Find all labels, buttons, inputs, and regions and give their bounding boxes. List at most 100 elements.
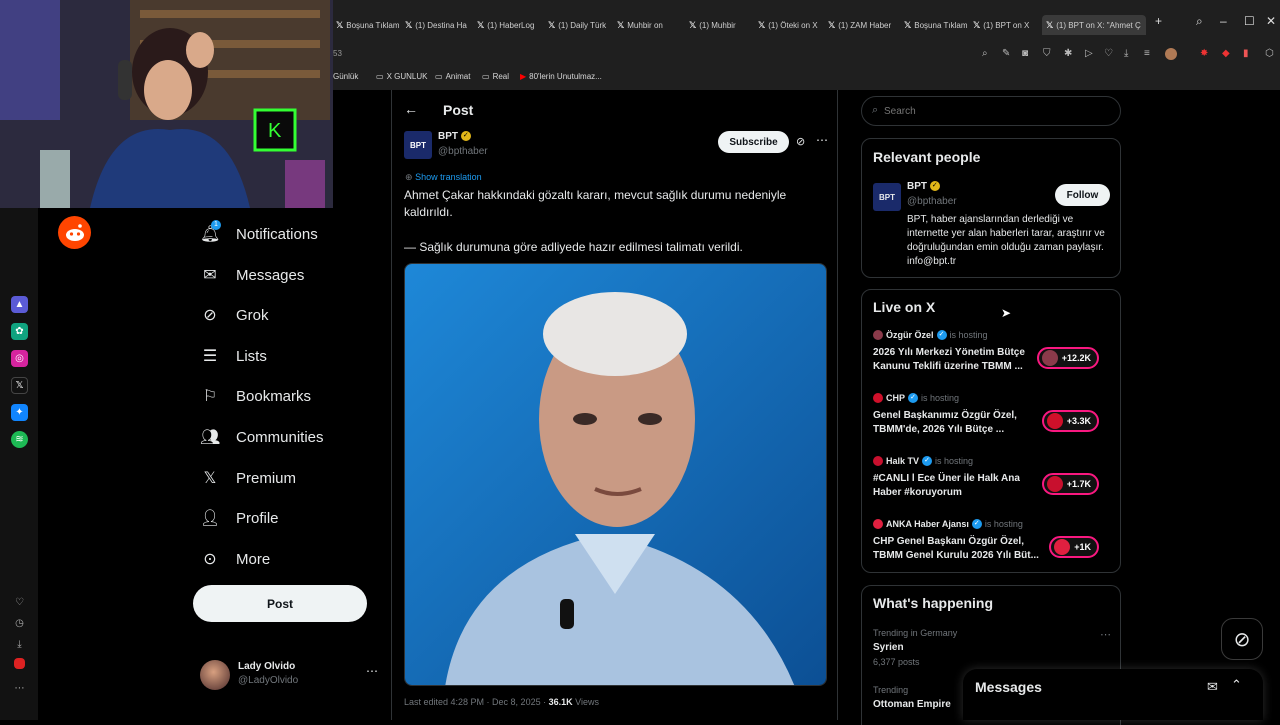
live-item[interactable]: CHP ✓ is hosting Genel Başkanımız Özgür Öze… [873, 393, 1111, 449]
reddit-alien-icon [65, 223, 84, 241]
browser-tab[interactable]: 𝕏 Boşuna Tıklam [904, 15, 968, 35]
messages-drawer[interactable]: Messages ✉ ⌃ [963, 669, 1263, 720]
more-dots-icon[interactable]: ⋯ [366, 664, 378, 678]
hosting-label: is hosting [921, 393, 960, 403]
bluesky-icon[interactable]: ✦ [11, 404, 28, 421]
more-dots-icon[interactable]: ⋯ [1100, 628, 1111, 641]
camera-icon[interactable]: ◙ [1022, 48, 1028, 59]
tab-label: Boşuna Tıklam [346, 20, 400, 30]
extension-icon[interactable]: ✱ [1064, 48, 1072, 59]
nav-label: Bookmarks [236, 387, 312, 405]
nav-profile[interactable]: 👤︎ Profile [200, 508, 279, 528]
x-icon: 𝕏 [758, 19, 766, 30]
bookmark-x-gunluk[interactable]: ▭ X GUNLUK [376, 72, 427, 81]
new-message-icon[interactable]: ✉ [1207, 679, 1218, 695]
post-button[interactable]: Post [193, 585, 367, 622]
nav-lists[interactable]: ☰ Lists [200, 346, 267, 366]
maximize-icon[interactable]: ☐ [1244, 14, 1255, 28]
nav-bookmarks[interactable]: ⚐ Bookmarks [200, 386, 311, 406]
minimize-icon[interactable]: – [1220, 14, 1227, 28]
tab-label: (1) ZAM Haber [838, 20, 892, 30]
translate-icon: ⊕ [405, 172, 413, 182]
more-dots-icon[interactable]: ⋯ [816, 133, 828, 147]
live-item[interactable]: Özgür Özel ✓ is hosting 2026 Yılı Merkezi Y… [873, 330, 1111, 386]
more-dots-icon[interactable]: ⋯ [11, 680, 28, 697]
back-arrow-icon[interactable]: ← [404, 101, 418, 117]
relevant-avatar[interactable]: BPT [873, 183, 901, 211]
browser-tab[interactable]: 𝕏 (1) Öteki on X [758, 15, 824, 35]
trend-item[interactable]: Trending in Germany Syrien 6,377 posts ⋯ [873, 628, 1113, 668]
bookmark-animat[interactable]: ▭ Animat [435, 72, 470, 81]
search-tabs-icon[interactable]: ⌕ [1196, 14, 1203, 29]
heart-outline-icon[interactable]: ♡ [11, 594, 28, 611]
browser-tab[interactable]: 𝕏 Muhbir on [617, 15, 683, 35]
browser-tab[interactable]: 𝕏 (1) Destina Ha [405, 15, 473, 35]
live-item[interactable]: ANKA Haber Ajansı ✓ is hosting CHP Genel Ba… [873, 519, 1111, 575]
post-image[interactable] [404, 263, 827, 686]
nav-notifications[interactable]: 🔔︎ 1 Notifications [200, 220, 318, 244]
extension-lock-icon[interactable]: ▮ [1243, 48, 1249, 59]
pocket-icon[interactable] [14, 658, 25, 669]
author-name[interactable]: BPT ✓ [438, 131, 471, 142]
live-item[interactable]: Halk TV ✓ is hosting #CANLI l Ece Üner ile … [873, 456, 1111, 512]
search-input[interactable] [884, 103, 1104, 119]
bookmark-real[interactable]: ▭ Real [482, 72, 509, 81]
search-box[interactable]: ⌕ [861, 96, 1121, 126]
nav-grok[interactable]: ⊘ Grok [200, 305, 268, 325]
follow-button[interactable]: Follow [1055, 184, 1110, 206]
live-listener-badge[interactable]: +12.2K [1036, 347, 1099, 369]
browser-tab[interactable]: 𝕏 (1) ZAM Haber [828, 15, 898, 35]
nav-premium[interactable]: 𝕏 Premium [200, 468, 296, 488]
browser-tab[interactable]: 𝕏 (1) HaberLog [477, 15, 543, 35]
nav-communities[interactable]: 👥︎ Communities [200, 427, 324, 447]
close-window-icon[interactable]: ✕ [1266, 14, 1276, 28]
account-switcher[interactable]: Lady Olvido @LadyOlvido ⋯ [200, 660, 380, 690]
download-icon[interactable]: ⤓ [1124, 48, 1128, 59]
chatgpt-icon[interactable]: ✿ [11, 323, 28, 340]
nav-messages[interactable]: ✉ Messages [200, 265, 304, 285]
heart-icon[interactable]: ♡ [1104, 48, 1113, 59]
bookmark-gunluk[interactable]: Günlük [333, 72, 358, 81]
history-icon[interactable]: ◷ [11, 615, 28, 632]
live-title: CHP Genel Başkanı Özgür Özel, TBMM Genel… [873, 536, 1039, 561]
grok-explain-icon[interactable]: ⊘ [796, 135, 805, 148]
author-handle[interactable]: @bpthaber [438, 146, 488, 157]
play-icon[interactable]: ▷ [1085, 48, 1093, 59]
extension-red-icon[interactable]: ✸ [1200, 48, 1208, 59]
host-avatar [873, 456, 883, 466]
menu-icon[interactable]: ≡ [1144, 48, 1150, 59]
download-icon[interactable]: ⤓ [11, 636, 28, 653]
show-translation-link[interactable]: ⊕ Show translation [405, 172, 482, 183]
relevant-handle[interactable]: @bpthaber [907, 196, 957, 207]
relevant-bio: BPT, haber ajanslarından derlediği ve in… [907, 214, 1105, 267]
zoom-icon[interactable]: ⌕ [982, 48, 988, 59]
browser-tab[interactable]: 𝕏 (1) Muhbir [689, 15, 753, 35]
grok-floating-button[interactable]: ⊘ [1221, 618, 1263, 660]
nav-more[interactable]: ⊙ More [200, 549, 270, 569]
browser-tab[interactable]: 𝕏 (1) Daily Türk [548, 15, 612, 35]
spotify-icon[interactable]: ≋ [11, 431, 28, 448]
relevant-name[interactable]: BPT ✓ [907, 181, 940, 192]
author-avatar[interactable]: BPT [404, 131, 432, 159]
live-listener-badge[interactable]: +1K [1049, 536, 1099, 558]
subscribe-button[interactable]: Subscribe [718, 131, 789, 153]
profile-avatar-icon[interactable] [1165, 48, 1177, 60]
bookmark-80ler[interactable]: ▶ 80'lerin Unutulmaz... [520, 72, 602, 81]
live-title: 2026 Yılı Merkezi Yönetim Bütçe Kanunu T… [873, 347, 1025, 372]
new-tab-icon[interactable]: + [1155, 14, 1162, 28]
x-app-icon[interactable]: 𝕏 [11, 377, 28, 394]
hosting-label: is hosting [984, 519, 1023, 529]
browser-tab[interactable]: 𝕏 (1) BPT on X [973, 15, 1037, 35]
instagram-icon[interactable]: ◎ [11, 350, 28, 367]
browser-tab[interactable]: 𝕏 Boşuna Tıklam [336, 15, 400, 35]
live-listener-badge[interactable]: +3.3K [1041, 410, 1099, 432]
shield-icon[interactable]: ⛉ [1043, 48, 1051, 59]
extension-box-icon[interactable]: ⬡ [1265, 48, 1274, 59]
browser-tab[interactable]: 𝕏 (1) BPT on X: "Ahmet Ç [1042, 15, 1146, 35]
edit-icon[interactable]: ✎ [1002, 48, 1010, 59]
chevron-up-icon[interactable]: ⌃ [1231, 677, 1242, 693]
live-listener-badge[interactable]: +1.7K [1041, 473, 1099, 495]
arc-icon[interactable]: ▲ [11, 296, 28, 313]
extension-vpn-icon[interactable]: ◆ [1222, 48, 1230, 59]
reddit-icon[interactable] [58, 216, 91, 249]
